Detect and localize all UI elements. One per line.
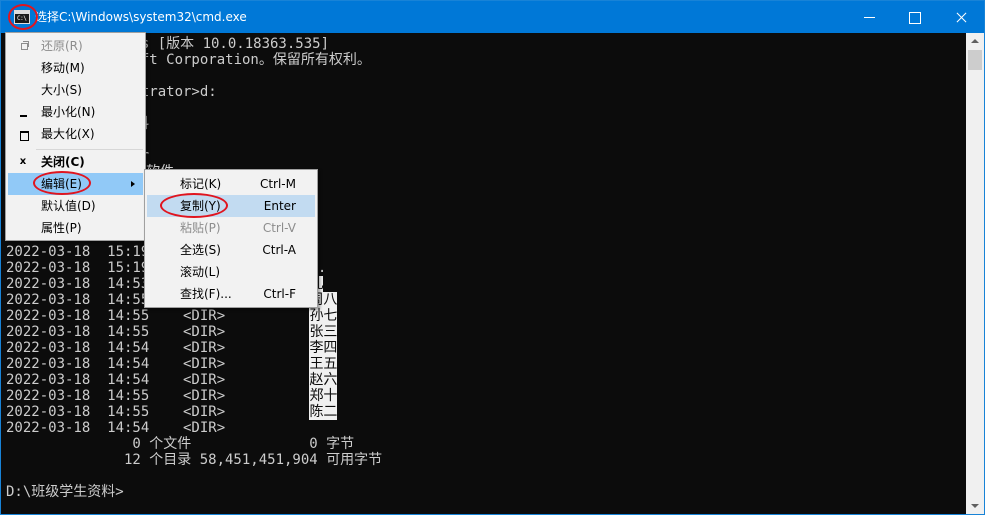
console-line-text: 12 个目录 58,451,451,904 可用字节 — [6, 452, 383, 468]
console-line: 0 个文件 0 字节 — [6, 436, 354, 452]
menu-item-close[interactable]: x 关闭(C) — [8, 151, 143, 173]
console-line: 2022-03-18 14:55 <DIR> 郑十 — [6, 388, 338, 404]
console-line: 2022-03-18 14:55 <DIR> 孙七 — [6, 308, 338, 324]
console-line: D:\班级学生资料> — [6, 484, 124, 500]
minimize-icon[interactable] — [847, 1, 892, 33]
console-line-text: 2022-03-18 14:55 <DIR> — [6, 308, 310, 324]
console-line-text: D:\班级学生资料> — [6, 484, 124, 500]
submenu-item-scroll[interactable]: 滚动(L) — [147, 261, 315, 283]
menu-item-defaults[interactable]: 默认值(D) — [8, 195, 143, 217]
scroll-thumb[interactable] — [968, 50, 982, 70]
submenu-item-find[interactable]: 查找(F)... Ctrl-F — [147, 283, 315, 305]
menu-item-restore[interactable]: 还原(R) — [8, 35, 143, 57]
scroll-up-arrow-icon[interactable] — [966, 33, 984, 50]
console-line: 2022-03-18 14:55 <DIR> 陈二 — [6, 404, 338, 420]
restore-icon — [18, 35, 29, 57]
maximize-icon[interactable] — [892, 1, 937, 33]
menu-item-properties[interactable]: 属性(P) — [8, 217, 143, 239]
menu-item-maximize[interactable]: 最大化(X) — [8, 123, 143, 145]
window-title: 选择C:\Windows\system32\cmd.exe — [35, 10, 247, 24]
selected-folder-name: 郑十 — [309, 388, 338, 404]
submenu-item-paste[interactable]: 粘贴(P) Ctrl-V — [147, 217, 315, 239]
title-bar[interactable]: C:\ 选择C:\Windows\system32\cmd.exe — [1, 1, 984, 33]
selected-folder-name: 王五 — [309, 356, 338, 372]
console-line-text: 0 个文件 0 字节 — [6, 436, 355, 452]
submenu-item-mark[interactable]: 标记(K) Ctrl-M — [147, 173, 315, 195]
menu-item-edit[interactable]: 编辑(E) — [8, 173, 143, 195]
cmd-icon-text: C:\ — [17, 15, 27, 22]
submenu-item-copy[interactable]: 复制(Y) Enter — [147, 195, 315, 217]
console-line: 2022-03-18 14:54 <DIR> — [6, 420, 309, 436]
menu-separator — [36, 149, 143, 150]
console-line-text: 2022-03-18 14:55 <DIR> — [6, 324, 310, 340]
console-line-text: 2022-03-18 14:54 <DIR> — [6, 340, 310, 356]
vertical-scrollbar[interactable] — [966, 33, 984, 514]
maximize-icon — [18, 123, 29, 145]
selected-folder-name: 孙七 — [309, 308, 338, 324]
close-icon: x — [19, 156, 27, 167]
console-line-text: 2022-03-18 14:54 <DIR> — [6, 420, 310, 436]
console-line-text: 2022-03-18 14:55 <DIR> — [6, 404, 310, 420]
console-line-text: 2022-03-18 14:55 <DIR> — [6, 388, 310, 404]
minimize-icon — [18, 101, 28, 123]
console-line-text: 2022-03-18 14:54 <DIR> — [6, 372, 310, 388]
selected-folder-name: 陈二 — [309, 404, 338, 420]
console-line: 2022-03-18 14:54 <DIR> 王五 — [6, 356, 338, 372]
submenu-item-select-all[interactable]: 全选(S) Ctrl-A — [147, 239, 315, 261]
console-line: 12 个目录 58,451,451,904 可用字节 — [6, 452, 382, 468]
cmd-icon[interactable]: C:\ — [14, 10, 30, 24]
console-line-text: 2022-03-18 14:54 <DIR> — [6, 356, 310, 372]
selected-folder-name: 张三 — [309, 324, 338, 340]
console-line: 2022-03-18 14:54 <DIR> 李四 — [6, 340, 338, 356]
console-line: 2022-03-18 14:55 <DIR> 张三 — [6, 324, 338, 340]
menu-item-size[interactable]: 大小(S) — [8, 79, 143, 101]
menu-item-minimize[interactable]: 最小化(N) — [8, 101, 143, 123]
close-icon[interactable] — [938, 1, 983, 33]
system-menu: 还原(R) 移动(M) 大小(S) 最小化(N) 最大化(X) x 关闭(C) 编… — [5, 32, 146, 241]
console-line: 2022-03-18 14:54 <DIR> 赵六 — [6, 372, 338, 388]
selected-folder-name: 赵六 — [309, 372, 338, 388]
submenu-arrow-icon — [131, 181, 135, 187]
selected-folder-name: 李四 — [309, 340, 338, 356]
scroll-down-arrow-icon[interactable] — [966, 497, 984, 514]
edit-submenu: 标记(K) Ctrl-M 复制(Y) Enter 粘贴(P) Ctrl-V 全选(S)… — [144, 169, 318, 308]
menu-item-move[interactable]: 移动(M) — [8, 57, 143, 79]
